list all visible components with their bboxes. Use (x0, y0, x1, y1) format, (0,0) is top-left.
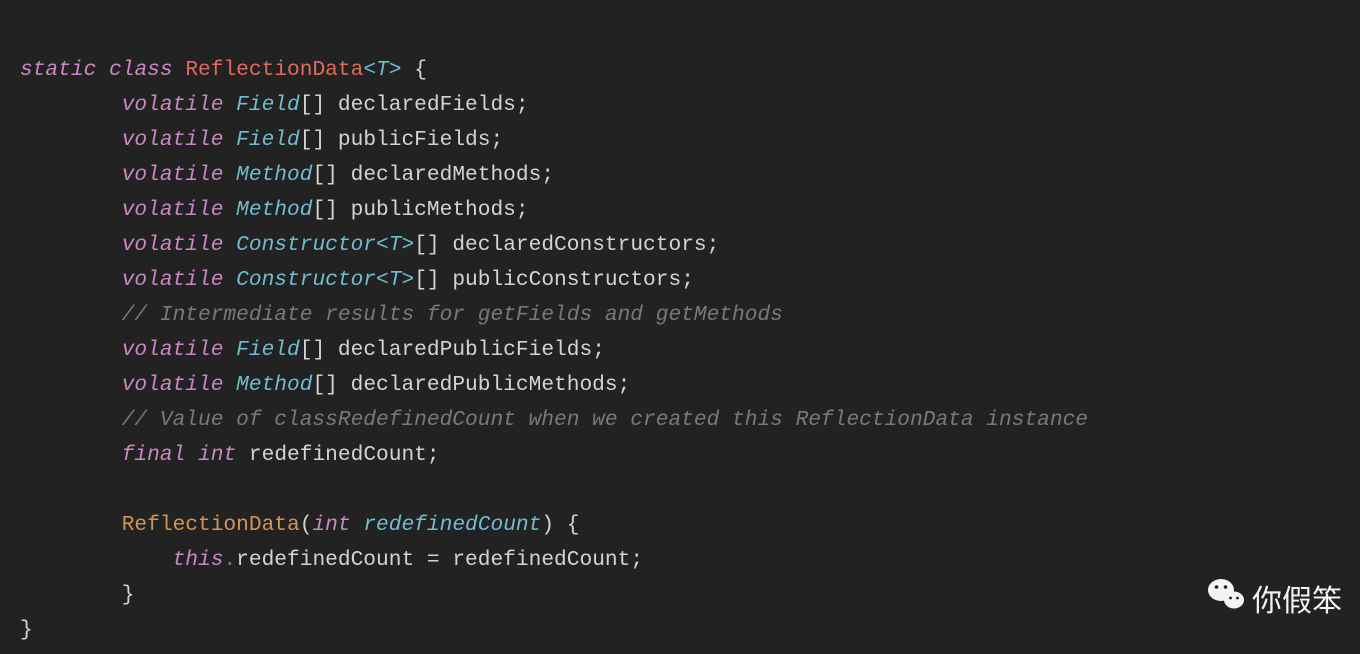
type-name: Constructor (236, 233, 376, 257)
type-name: Constructor (236, 268, 376, 292)
type-name: Field (236, 128, 300, 152)
type-name: Field (236, 93, 300, 117)
keyword-int: int (198, 443, 236, 467)
code-line: volatile Method[] declaredPublicMethods; (20, 373, 630, 397)
array-brackets: [] (312, 163, 337, 187)
field-name: redefinedCount (249, 443, 427, 467)
paren-open: ( (300, 513, 313, 537)
watermark: 你假笨 (1206, 574, 1342, 622)
array-brackets: [] (312, 198, 337, 222)
semicolon: ; (490, 128, 503, 152)
keyword-volatile: volatile (122, 338, 224, 362)
field-name: publicConstructors (452, 268, 681, 292)
array-brackets: [] (300, 93, 325, 117)
field-name: publicMethods (351, 198, 516, 222)
field-name: publicFields (338, 128, 491, 152)
array-brackets: [] (300, 338, 325, 362)
generic-param: <T> (363, 58, 401, 82)
code-line: volatile Field[] publicFields; (20, 128, 503, 152)
code-line: volatile Method[] publicMethods; (20, 198, 529, 222)
field-name: declaredPublicMethods (351, 373, 618, 397)
code-line: volatile Method[] declaredMethods; (20, 163, 554, 187)
field-name: declaredFields (338, 93, 516, 117)
field-name: declaredPublicFields (338, 338, 592, 362)
array-brackets: [] (312, 373, 337, 397)
brace-open: { (401, 58, 426, 82)
semicolon: ; (681, 268, 694, 292)
keyword-volatile: volatile (122, 233, 224, 257)
keyword-static: static (20, 58, 96, 82)
semicolon: ; (707, 233, 720, 257)
keyword-final: final (122, 443, 186, 467)
comment: // Value of classRedefinedCount when we … (122, 408, 1088, 432)
semicolon: ; (592, 338, 605, 362)
brace-close: } (122, 583, 135, 607)
code-line: volatile Constructor<T>[] declaredConstr… (20, 233, 719, 257)
array-brackets: [] (414, 233, 439, 257)
dot: . (223, 548, 236, 572)
comment: // Intermediate results for getFields an… (122, 303, 783, 327)
array-brackets: [] (414, 268, 439, 292)
type-name: Method (236, 373, 312, 397)
keyword-volatile: volatile (122, 163, 224, 187)
paren-close: ) (541, 513, 554, 537)
wechat-icon (1206, 574, 1246, 622)
code-block: static class ReflectionData<T> { volatil… (0, 0, 1360, 648)
code-line: } (20, 618, 33, 642)
value-ref: redefinedCount (452, 548, 630, 572)
type-name: Method (236, 198, 312, 222)
keyword-volatile: volatile (122, 93, 224, 117)
code-line: // Value of classRedefinedCount when we … (20, 408, 1088, 432)
semicolon: ; (541, 163, 554, 187)
keyword-this: this (173, 548, 224, 572)
constructor-name: ReflectionData (122, 513, 300, 537)
brace-open: { (554, 513, 579, 537)
type-name: Field (236, 338, 300, 362)
code-line: volatile Field[] declaredFields; (20, 93, 529, 117)
watermark-text: 你假笨 (1252, 576, 1342, 620)
code-line: volatile Constructor<T>[] publicConstruc… (20, 268, 694, 292)
code-line: static class ReflectionData<T> { (20, 58, 427, 82)
class-name: ReflectionData (185, 58, 363, 82)
field-name: declaredConstructors (452, 233, 706, 257)
semicolon: ; (427, 443, 440, 467)
semicolon: ; (618, 373, 631, 397)
semicolon: ; (516, 93, 529, 117)
brace-close: } (20, 618, 33, 642)
keyword-volatile: volatile (122, 198, 224, 222)
code-line: this.redefinedCount = redefinedCount; (20, 548, 643, 572)
code-line: ReflectionData(int redefinedCount) { (20, 513, 580, 537)
code-line: volatile Field[] declaredPublicFields; (20, 338, 605, 362)
array-brackets: [] (300, 128, 325, 152)
generic-param: <T> (376, 268, 414, 292)
keyword-class: class (109, 58, 173, 82)
code-line: final int redefinedCount; (20, 443, 440, 467)
keyword-int: int (312, 513, 350, 537)
type-name: Method (236, 163, 312, 187)
keyword-volatile: volatile (122, 268, 224, 292)
param-name: redefinedCount (363, 513, 541, 537)
field-ref: redefinedCount (236, 548, 414, 572)
field-name: declaredMethods (351, 163, 542, 187)
generic-param: <T> (376, 233, 414, 257)
semicolon: ; (630, 548, 643, 572)
assign-op: = (414, 548, 452, 572)
keyword-volatile: volatile (122, 128, 224, 152)
keyword-volatile: volatile (122, 373, 224, 397)
code-line: } (20, 583, 134, 607)
code-line: // Intermediate results for getFields an… (20, 303, 783, 327)
semicolon: ; (516, 198, 529, 222)
